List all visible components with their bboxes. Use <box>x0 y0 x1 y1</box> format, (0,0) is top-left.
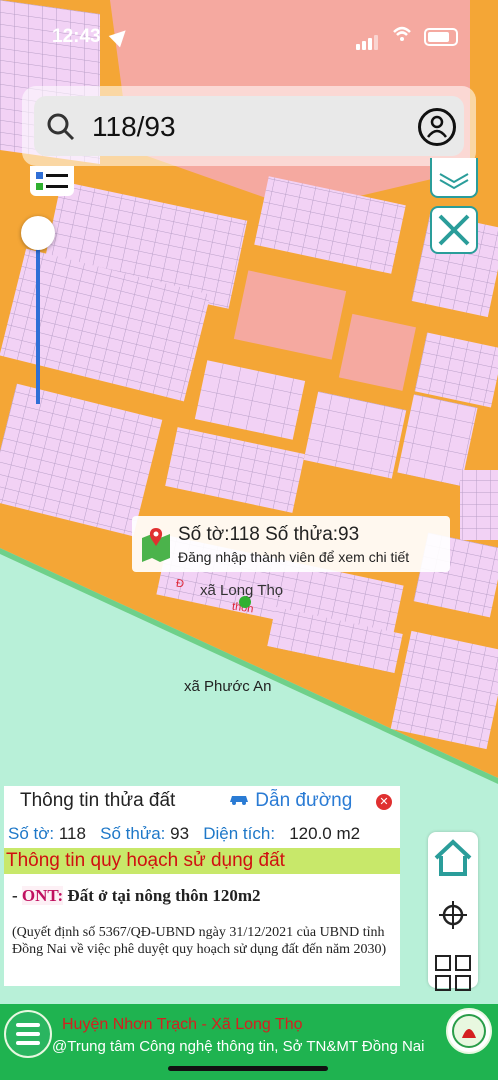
district-line: Huyện Nhơn Trạch - Xã Long Thọ <box>62 1016 303 1033</box>
user-account-icon[interactable] <box>418 108 456 146</box>
popup-parcel-line: Số tờ:118 Số thửa:93 <box>178 524 360 545</box>
parcel-stats: Số tờ: 118 Số thửa: 93 Diện tích: 120.0 … <box>8 824 360 844</box>
location-marker <box>239 596 251 608</box>
hamburger-menu-button[interactable] <box>4 1010 52 1058</box>
dien-tich-value: 120.0 m2 <box>289 824 361 843</box>
search-container: 118/93 <box>22 86 476 166</box>
parcel-info-panel: Thông tin thửa đất Dẫn đường ✕ Số tờ: 11… <box>4 786 400 986</box>
opacity-slider-track[interactable] <box>36 232 40 404</box>
zone-description: Đất ở tại nông thôn 120m2 <box>67 886 261 905</box>
status-bar: 12:43 <box>0 22 498 52</box>
measure-tool-button[interactable] <box>430 206 478 254</box>
so-thua-value: 93 <box>170 824 190 843</box>
so-thua-label: Số thửa: <box>100 824 166 843</box>
layers-icon <box>439 173 469 190</box>
emblem-icon <box>452 1014 486 1048</box>
battery-icon <box>424 28 458 46</box>
search-bar[interactable]: 118/93 <box>34 96 464 156</box>
zone-code: ONT: <box>21 886 64 905</box>
opacity-slider-handle[interactable] <box>21 216 55 250</box>
status-time: 12:43 <box>52 26 101 47</box>
fullscreen-icon[interactable] <box>428 946 478 998</box>
person-icon <box>427 115 447 138</box>
map-side-toolbar <box>428 832 478 991</box>
layers-button[interactable] <box>430 158 478 198</box>
decision-text: (Quyết định số 5367/QĐ-UBND ngày 31/12/2… <box>12 925 387 957</box>
search-input[interactable]: 118/93 <box>92 111 176 143</box>
close-icon[interactable]: ✕ <box>376 794 392 810</box>
parcel-popup[interactable]: Số tờ:118 Số thửa:93 Đăng nhập thành viê… <box>132 516 450 572</box>
home-icon[interactable] <box>428 832 478 884</box>
directions-button[interactable]: Dẫn đường <box>228 790 352 812</box>
zone-entry: - ONT: Đất ở tại nông thôn 120m2 <box>12 886 261 905</box>
map-pin-icon <box>142 528 170 562</box>
legend-list-icon <box>36 172 68 190</box>
ruler-pencil-icon <box>438 214 470 246</box>
cellular-signal-icon <box>356 28 380 50</box>
planning-header-bar: Thông tin quy hoạch sử dụng đất <box>4 848 400 874</box>
map-label-phuoc-an: xã Phước An <box>184 678 272 695</box>
credit-line: @Trung tâm Công nghệ thông tin, Sở TN&MT… <box>52 1038 425 1055</box>
legend-button[interactable] <box>30 166 74 196</box>
home-indicator <box>168 1066 328 1071</box>
map-road-label: Đ <box>175 577 185 591</box>
locate-me-icon[interactable] <box>428 889 478 941</box>
location-arrow-icon <box>108 24 132 48</box>
panel-title: Thông tin thửa đất <box>20 790 176 811</box>
search-icon <box>47 113 75 141</box>
popup-login-hint[interactable]: Đăng nhập thành viên để xem chi tiết <box>178 549 409 565</box>
directions-label: Dẫn đường <box>255 790 353 811</box>
planning-header: Thông tin quy hoạch sử dụng đất <box>6 850 285 871</box>
department-logo <box>446 1008 492 1054</box>
dien-tich-label: Diện tích: <box>203 824 276 843</box>
so-to-value: 118 <box>58 824 86 843</box>
car-icon <box>230 796 248 805</box>
wifi-icon <box>393 26 411 41</box>
so-to-label: Số tờ: <box>8 824 55 843</box>
